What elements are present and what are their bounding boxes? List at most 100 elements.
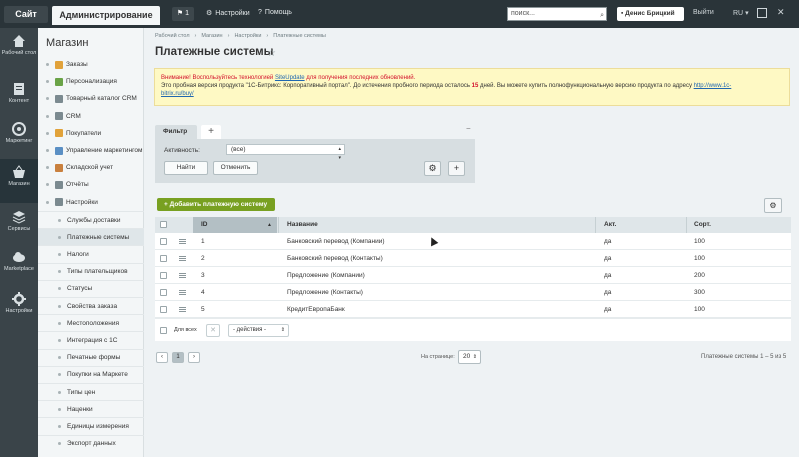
- row-checkbox[interactable]: [160, 289, 167, 296]
- breadcrumb-item[interactable]: Платежные системы: [273, 33, 326, 39]
- cell-name: Предложение (Компании): [287, 272, 365, 279]
- pin-icon[interactable]: ✕: [777, 8, 787, 18]
- submenu-item-label: Платежные системы: [67, 233, 130, 241]
- row-menu-icon[interactable]: [179, 239, 186, 244]
- column-sort[interactable]: Сорт.: [694, 217, 711, 233]
- filter-add-icon[interactable]: +: [448, 161, 465, 176]
- submenu-item[interactable]: Покупки на Маркете: [38, 365, 144, 383]
- grid-settings-icon[interactable]: ⚙: [764, 198, 782, 213]
- collapse-filter-icon[interactable]: −: [466, 124, 471, 133]
- submenu-item[interactable]: Интеграция с 1С: [38, 331, 144, 348]
- activity-select[interactable]: (все) ▴ ▾: [226, 144, 345, 161]
- cancel-button[interactable]: Отменить: [213, 161, 258, 175]
- for-all-checkbox[interactable]: [160, 327, 167, 334]
- column-active[interactable]: Акт.: [604, 217, 616, 233]
- submenu-item[interactable]: Местоположения: [38, 314, 144, 331]
- row-menu-icon[interactable]: [179, 307, 186, 312]
- submenu-item[interactable]: Типы цен: [38, 383, 144, 400]
- submenu-item[interactable]: Свойства заказа: [38, 297, 144, 314]
- table-row[interactable]: 3 Предложение (Компании) да 200: [155, 267, 791, 284]
- table-row[interactable]: 2 Банковский перевод (Контакты) да 100: [155, 250, 791, 267]
- submenu-item[interactable]: Наценки: [38, 400, 144, 417]
- column-id[interactable]: ID ▲: [193, 217, 277, 233]
- language-selector[interactable]: RU ▾: [733, 9, 749, 17]
- submenu-item[interactable]: Единицы измерения: [38, 417, 144, 434]
- row-checkbox[interactable]: [160, 306, 167, 313]
- breadcrumb-item[interactable]: Настройки: [234, 33, 261, 39]
- menu-item[interactable]: CRM: [38, 108, 144, 125]
- buy-link[interactable]: http://www.1c-: [694, 83, 732, 89]
- menu-item[interactable]: Управление маркетингом: [38, 142, 144, 159]
- submenu-item[interactable]: Налоги: [38, 245, 144, 262]
- submenu-item[interactable]: Платежные системы: [38, 228, 144, 246]
- menu-item-label: Управление маркетингом: [66, 147, 143, 154]
- column-name[interactable]: Название: [287, 217, 318, 233]
- nav-marketing[interactable]: Маркетинг: [0, 116, 38, 156]
- activity-value: (все): [231, 146, 246, 153]
- submenu-item[interactable]: Типы плательщиков: [38, 262, 144, 280]
- menu-item[interactable]: Персонализация: [38, 73, 144, 90]
- table-row[interactable]: 5 КредитЕвропаБанк да 100: [155, 301, 791, 318]
- search-icon[interactable]: ⌕: [600, 10, 604, 22]
- next-page-button[interactable]: ›: [188, 352, 200, 363]
- nav-marketplace[interactable]: Marketplace: [0, 244, 38, 284]
- nav-desktop[interactable]: Рабочий стол: [0, 28, 38, 68]
- cell-id: 2: [201, 255, 205, 262]
- row-menu-icon[interactable]: [179, 273, 186, 278]
- nav-label: Маркетинг: [5, 138, 33, 144]
- menu-item[interactable]: Складской учет: [38, 159, 144, 176]
- siteupdate-link[interactable]: SiteUpdate: [275, 75, 305, 81]
- row-checkbox[interactable]: [160, 238, 167, 245]
- submenu-item-label: Наценки: [67, 405, 93, 413]
- settings-icon: [55, 198, 63, 207]
- admin-tab[interactable]: Администрирование: [52, 6, 160, 25]
- nav-services[interactable]: Сервисы: [0, 204, 38, 244]
- row-menu-icon[interactable]: [179, 290, 186, 295]
- notifications-button[interactable]: ⚑ 1: [172, 7, 194, 21]
- star-icon[interactable]: ☆: [267, 48, 276, 59]
- basket-icon: [13, 165, 25, 178]
- search-input[interactable]: поиск... ⌕: [507, 7, 607, 21]
- actions-select[interactable]: - действия - ⇕: [228, 324, 289, 337]
- nav-settings[interactable]: Настройки: [0, 286, 38, 326]
- filter-settings-icon[interactable]: ⚙: [424, 161, 441, 176]
- site-tab[interactable]: Сайт: [4, 6, 48, 23]
- target-icon: [12, 122, 26, 136]
- per-page-select[interactable]: 20 ⇕: [458, 350, 481, 364]
- menu-item[interactable]: Отчёты: [38, 176, 144, 193]
- cell-id: 5: [201, 306, 205, 313]
- table-row[interactable]: 1 Банковский перевод (Компании) да 100: [155, 233, 791, 250]
- submenu-item[interactable]: Службы доставки: [38, 211, 144, 228]
- breadcrumb-item[interactable]: Рабочий стол: [155, 33, 190, 39]
- table-row[interactable]: 4 Предложение (Контакты) да 300: [155, 284, 791, 301]
- buy-link-continued[interactable]: bitrix.ru/buy/: [161, 91, 194, 97]
- submenu-item[interactable]: Статусы: [38, 279, 144, 297]
- row-menu-icon[interactable]: [179, 256, 186, 261]
- user-button[interactable]: ▪ Денис Брицкий: [617, 7, 684, 21]
- menu-item[interactable]: Заказы: [38, 56, 144, 73]
- breadcrumb-item[interactable]: Магазин: [201, 33, 222, 39]
- submenu-item[interactable]: Экспорт данных: [38, 434, 144, 452]
- select-all-checkbox[interactable]: [160, 221, 167, 228]
- menu-item-label: Товарный каталог CRM: [66, 95, 137, 103]
- add-payment-system-button[interactable]: + Добавить платежную систему: [157, 198, 275, 211]
- trial-alert: Внимание! Воспользуйтесь технологией Sit…: [154, 68, 790, 106]
- nav-content[interactable]: Контент: [0, 76, 38, 116]
- nav-shop[interactable]: Магазин: [0, 159, 38, 203]
- find-button[interactable]: Найти: [164, 161, 208, 175]
- settings-link[interactable]: ⚙ Настройки: [206, 9, 250, 18]
- submenu-item[interactable]: Печатные формы: [38, 348, 144, 366]
- help-link[interactable]: ? Помощь: [258, 9, 292, 16]
- menu-item[interactable]: Настройки: [38, 194, 144, 211]
- row-checkbox[interactable]: [160, 255, 167, 262]
- prev-page-button[interactable]: ‹: [156, 352, 168, 363]
- menu-item[interactable]: Покупатели: [38, 125, 144, 142]
- menu-item[interactable]: Товарный каталог CRM: [38, 90, 144, 107]
- window-icon[interactable]: [757, 8, 767, 18]
- delete-icon[interactable]: ✕: [206, 324, 220, 337]
- exit-link[interactable]: Выйти: [693, 9, 714, 16]
- filter-tab[interactable]: Фильтр: [155, 125, 197, 139]
- row-checkbox[interactable]: [160, 272, 167, 279]
- add-filter-tab-button[interactable]: +: [201, 125, 221, 139]
- page-number-button[interactable]: 1: [172, 352, 184, 363]
